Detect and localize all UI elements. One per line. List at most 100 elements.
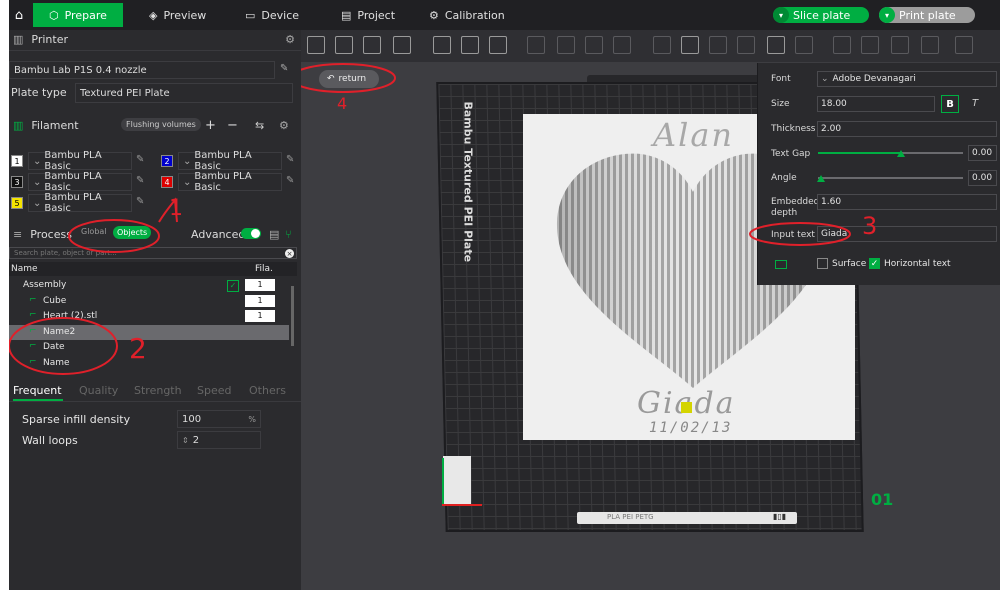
wall-loops-stepper[interactable]: ⇕ 2 bbox=[177, 431, 261, 449]
angle-input[interactable]: 0.00 bbox=[968, 170, 997, 186]
chevron-down-icon[interactable]: ▾ bbox=[773, 7, 789, 23]
thickness-input[interactable]: 2.00 bbox=[817, 121, 997, 137]
remove-filament-icon[interactable]: − bbox=[227, 118, 238, 133]
tree-row[interactable]: ⌐ Date bbox=[9, 340, 289, 355]
sparse-infill-label: Sparse infill density bbox=[22, 413, 131, 426]
annotation-4: 4 bbox=[337, 94, 348, 113]
clear-search-icon[interactable]: × bbox=[285, 249, 294, 258]
slice-plate-button[interactable]: ▾ Slice plate bbox=[773, 7, 869, 23]
edit-icon[interactable]: ✎ bbox=[136, 196, 144, 207]
tree-scrollbar[interactable] bbox=[291, 286, 294, 346]
tab-others[interactable]: Others bbox=[249, 384, 286, 397]
stepper-arrows-icon[interactable]: ⇕ bbox=[182, 436, 189, 445]
tab-device[interactable]: ▭ Device bbox=[245, 3, 299, 27]
advanced-toggle[interactable] bbox=[241, 228, 261, 239]
filament-index-input[interactable]: 1 bbox=[245, 294, 275, 307]
file-icon: ▤ bbox=[341, 8, 352, 22]
gear-icon[interactable]: ⚙ bbox=[285, 33, 295, 46]
search-input[interactable]: Search plate, object or part... × bbox=[9, 247, 297, 259]
filament-select[interactable]: ⌄ Bambu PLA Basic bbox=[28, 192, 132, 214]
tree-row-name: Name2 bbox=[43, 326, 76, 337]
gear-icon: ⚙ bbox=[429, 8, 439, 22]
sparse-infill-input[interactable]: 100 % bbox=[177, 410, 261, 428]
keyboard-icon[interactable] bbox=[775, 260, 787, 269]
edit-icon[interactable]: ✎ bbox=[286, 154, 294, 165]
chevron-down-icon: ⌄ bbox=[33, 176, 42, 188]
chevron-down-icon: ⌄ bbox=[821, 74, 829, 84]
filament-color-swatch[interactable]: 1 bbox=[11, 155, 23, 167]
visible-checkbox[interactable]: ✓ bbox=[227, 280, 239, 292]
edit-icon[interactable]: ✎ bbox=[136, 175, 144, 186]
chevron-down-icon[interactable]: ▾ bbox=[879, 7, 895, 23]
tree-row[interactable]: ⌐ Name2 bbox=[9, 324, 289, 340]
process-icon: ≡ bbox=[13, 227, 23, 241]
filament-select[interactable]: ⌄ Bambu PLA Basic bbox=[178, 150, 282, 172]
plate-type-label: Plate type bbox=[11, 86, 67, 99]
tab-strength[interactable]: Strength bbox=[134, 384, 182, 397]
part-icon: ⌐ bbox=[29, 341, 37, 352]
filament-color-swatch[interactable]: 4 bbox=[161, 176, 173, 188]
printer-select[interactable]: Bambu Lab P1S 0.4 nozzle bbox=[9, 61, 275, 79]
size-label: Size bbox=[771, 99, 790, 109]
filament-select[interactable]: ⌄ Bambu PLA Basic bbox=[178, 171, 282, 193]
size-input[interactable]: 18.00 bbox=[817, 96, 935, 112]
font-select[interactable]: ⌄ Adobe Devanagari bbox=[817, 71, 997, 87]
app-window: ⌂ ⬡ Prepare ◈ Preview ▭ Device ▤ Project… bbox=[9, 0, 1000, 590]
sync-icon[interactable]: ⇆ bbox=[255, 119, 264, 132]
tree-icon[interactable]: ⑂ bbox=[285, 228, 292, 241]
edit-icon[interactable]: ✎ bbox=[280, 63, 288, 74]
global-toggle[interactable]: Global bbox=[81, 227, 107, 236]
filament-color-swatch[interactable]: 5 bbox=[11, 197, 23, 209]
filament-index-input[interactable]: 1 bbox=[245, 310, 275, 323]
text-gap-label: Text Gap bbox=[771, 149, 811, 159]
filament-index-input[interactable]: 1 bbox=[245, 279, 275, 291]
angle-slider[interactable] bbox=[817, 175, 963, 182]
part-icon: ⌐ bbox=[29, 357, 37, 367]
embedded-depth-input[interactable]: 1.60 bbox=[817, 194, 997, 210]
tab-project[interactable]: ▤ Project bbox=[341, 3, 395, 27]
tree-row-name: Assembly bbox=[23, 280, 67, 290]
tab-calibration[interactable]: ⚙ Calibration bbox=[429, 3, 505, 27]
tab-quality[interactable]: Quality bbox=[79, 384, 118, 397]
objects-toggle[interactable]: Objects bbox=[113, 226, 152, 239]
annotation-3: 3 bbox=[862, 212, 878, 240]
filament-select[interactable]: ⌄ Bambu PLA Basic bbox=[28, 171, 132, 193]
italic-button[interactable]: T bbox=[972, 98, 978, 109]
text-gap-input[interactable]: 0.00 bbox=[968, 145, 997, 161]
tree-row[interactable]: Assembly ✓ 1 bbox=[9, 278, 289, 293]
layers-icon: ◈ bbox=[149, 8, 158, 22]
filament-color-swatch[interactable]: 3 bbox=[11, 176, 23, 188]
text-gap-slider[interactable] bbox=[818, 150, 963, 157]
tree-row[interactable]: ⌐ Cube 1 bbox=[9, 294, 289, 309]
edit-icon[interactable]: ✎ bbox=[286, 175, 294, 186]
edit-icon[interactable]: ✎ bbox=[136, 154, 144, 165]
input-text-field[interactable]: Giada bbox=[817, 226, 997, 242]
left-panel: ▥ Printer ⚙ Bambu Lab P1S 0.4 nozzle ✎ P… bbox=[9, 30, 301, 590]
chevron-down-icon: ⌄ bbox=[183, 176, 192, 188]
text-tool-panel: Font ⌄ Adobe Devanagari Size 18.00 B T T… bbox=[757, 63, 1000, 285]
tab-prepare[interactable]: ⬡ Prepare bbox=[33, 3, 123, 27]
flushing-volumes-button[interactable]: Flushing volumes bbox=[121, 118, 201, 131]
tab-speed[interactable]: Speed bbox=[197, 384, 231, 397]
print-plate-button[interactable]: ▾ Print plate bbox=[879, 7, 975, 23]
annotation-1: 1 bbox=[169, 196, 183, 221]
filament-color-swatch[interactable]: 2 bbox=[161, 155, 173, 167]
gear-icon[interactable]: ⚙ bbox=[279, 119, 289, 132]
part-icon: ⌐ bbox=[29, 294, 37, 305]
plate-type-select[interactable]: Textured PEI Plate bbox=[75, 83, 293, 103]
compare-icon[interactable]: ▤ bbox=[269, 228, 279, 241]
bold-button[interactable]: B bbox=[941, 95, 959, 113]
add-filament-icon[interactable]: + bbox=[205, 118, 216, 133]
tab-frequent[interactable]: Frequent bbox=[13, 384, 62, 397]
surface-checkbox[interactable] bbox=[817, 258, 828, 269]
filament-select[interactable]: ⌄ Bambu PLA Basic bbox=[28, 150, 132, 172]
part-icon: ⌐ bbox=[29, 310, 37, 321]
tree-row[interactable]: ⌐ Heart (2).stl 1 bbox=[9, 309, 289, 324]
tab-preview[interactable]: ◈ Preview bbox=[149, 3, 206, 27]
tree-row[interactable]: ⌐ Name bbox=[9, 356, 289, 371]
horizontal-text-checkbox[interactable]: ✓ bbox=[869, 258, 880, 269]
input-text-label: Input text bbox=[771, 230, 815, 240]
chevron-down-icon: ⌄ bbox=[33, 155, 42, 167]
home-icon[interactable]: ⌂ bbox=[9, 3, 29, 27]
printer-icon: ▥ bbox=[13, 32, 24, 46]
